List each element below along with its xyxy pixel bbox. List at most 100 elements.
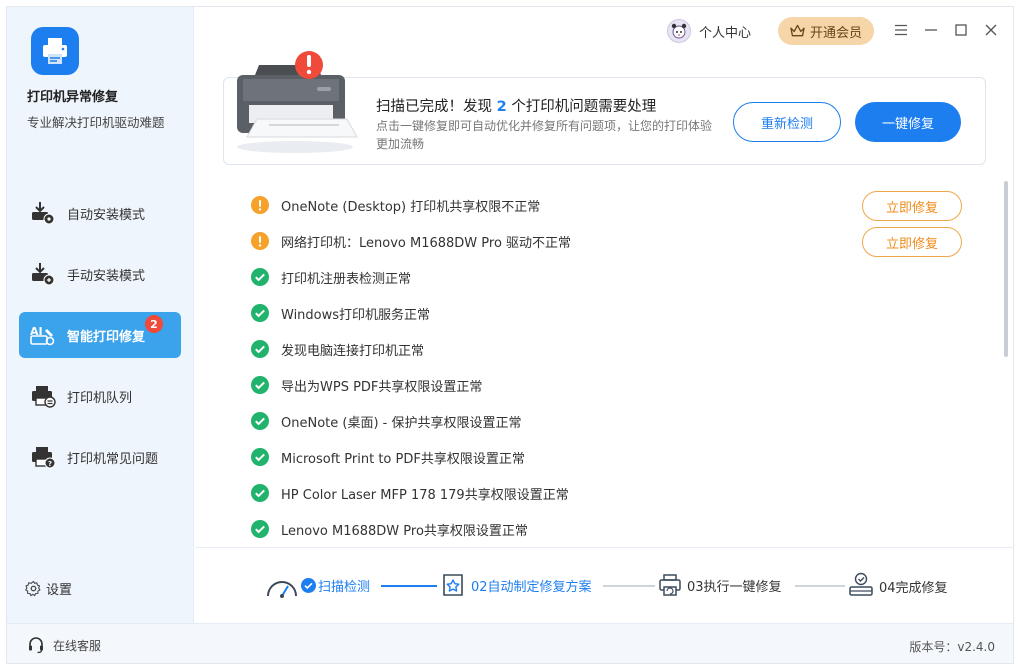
user-center-label: 个人中心 — [699, 25, 752, 41]
warning-icon — [251, 196, 269, 214]
rescan-button[interactable]: 重新检测 — [733, 102, 841, 142]
issue-text: 打印机注册表检测正常 — [281, 271, 412, 287]
menu-icon — [895, 24, 907, 36]
menu-button[interactable] — [891, 20, 911, 40]
support-label: 在线客服 — [53, 638, 102, 653]
step-label: 扫描检测 — [318, 579, 371, 595]
check-icon — [251, 484, 269, 502]
scan-title-suffix: 个打印机问题需要处理 — [511, 99, 657, 115]
scan-result-description: 点击一键修复即可自动优化并修复所有问题项，让您的打印体验更加流畅 — [376, 119, 713, 151]
fix-now-button[interactable]: 立即修复 — [862, 227, 962, 257]
online-support-button[interactable]: 在线客服 — [27, 636, 101, 654]
list-item: 发现电脑连接打印机正常 — [251, 331, 971, 367]
step-label: 04完成修复 — [879, 580, 948, 596]
app-title: 打印机异常修复 — [27, 90, 119, 105]
check-icon — [301, 577, 316, 593]
star-document-icon — [443, 574, 463, 596]
svg-text:?: ? — [48, 460, 52, 468]
step-connector — [795, 585, 845, 587]
close-icon — [985, 24, 997, 36]
issue-list: OneNote (Desktop) 打印机共享权限不正常 立即修复 网络打印机：… — [251, 187, 971, 547]
step-connector — [381, 585, 437, 587]
sidebar-item-smart-repair[interactable]: AI 智能打印修复 2 — [19, 312, 181, 358]
list-scrollbar[interactable] — [1004, 181, 1008, 357]
issue-text: 导出为WPS PDF共享权限设置正常 — [281, 379, 483, 395]
sidebar: 打印机异常修复 专业解决打印机驱动难题 自动安装模式 手动安装模式 AI 智能打… — [7, 7, 194, 623]
step-label: 02自动制定修复方案 — [471, 579, 592, 595]
app-subtitle: 专业解决打印机驱动难题 — [27, 115, 165, 130]
minimize-button[interactable] — [921, 20, 941, 40]
vip-label: 开通会员 — [809, 25, 862, 41]
complete-icon — [849, 572, 873, 596]
list-item: 导出为WPS PDF共享权限设置正常 — [251, 367, 971, 403]
check-icon — [251, 520, 269, 538]
issue-text: Microsoft Print to PDF共享权限设置正常 — [281, 451, 525, 467]
issue-text: OneNote (Desktop) 打印机共享权限不正常 — [281, 199, 541, 215]
step-complete: 04完成修复 — [847, 572, 948, 600]
printer-refresh-icon — [659, 574, 681, 596]
avatar — [667, 19, 691, 43]
check-icon — [251, 340, 269, 358]
maximize-icon — [955, 24, 967, 36]
issue-text: 发现电脑连接打印机正常 — [281, 343, 425, 359]
step-execute: 03执行一键修复 — [657, 572, 782, 598]
list-item: Microsoft Print to PDF共享权限设置正常 — [251, 439, 971, 475]
sidebar-item-manual-install[interactable]: 手动安装模式 — [19, 251, 181, 297]
issue-text: 网络打印机：Lenovo M1688DW Pro 驱动不正常 — [281, 235, 572, 251]
check-icon — [251, 376, 269, 394]
sidebar-item-auto-install[interactable]: 自动安装模式 — [19, 190, 181, 236]
sidebar-item-label: 智能打印修复 — [67, 329, 146, 345]
step-scan: 扫描检测 — [265, 572, 370, 598]
warning-icon — [251, 232, 269, 250]
sidebar-item-printer-faq[interactable]: ? 打印机常见问题 — [19, 434, 181, 480]
printer-faq-icon: ? — [28, 444, 58, 470]
list-item: Lenovo M1688DW Pro共享权限设置正常 — [251, 511, 971, 547]
notification-badge: 2 — [145, 315, 163, 333]
fix-now-button[interactable]: 立即修复 — [862, 191, 962, 221]
scan-title-prefix: 扫描已完成！发现 — [376, 99, 492, 115]
manual-install-icon — [28, 261, 58, 287]
gear-icon — [25, 580, 41, 597]
sidebar-item-label: 自动安装模式 — [67, 207, 146, 223]
repair-steps: 扫描检测 02自动制定修复方案 03执行一键修复 04完成修复 — [195, 548, 1013, 623]
list-item: HP Color Laser MFP 178 179共享权限设置正常 — [251, 475, 971, 511]
close-button[interactable] — [981, 20, 1001, 40]
app-window: 打印机异常修复 专业解决打印机驱动难题 自动安装模式 手动安装模式 AI 智能打… — [6, 6, 1014, 664]
app-logo-icon — [31, 27, 79, 75]
check-icon — [251, 268, 269, 286]
check-icon — [251, 412, 269, 430]
sidebar-nav: 自动安装模式 手动安装模式 AI 智能打印修复 2 打印机队列 ? 打印机常见问… — [19, 190, 181, 495]
maximize-button[interactable] — [951, 20, 971, 40]
smart-repair-icon: AI — [28, 322, 58, 348]
issue-text: Windows打印机服务正常 — [281, 307, 431, 323]
issue-count: 2 — [496, 99, 507, 115]
list-item: 网络打印机：Lenovo M1688DW Pro 驱动不正常 立即修复 — [251, 223, 971, 259]
version-label: 版本号：v2.4.0 — [909, 640, 995, 654]
list-item: OneNote (Desktop) 打印机共享权限不正常 立即修复 — [251, 187, 971, 223]
scan-result-title: 扫描已完成！发现 2 个打印机问题需要处理 — [376, 95, 656, 116]
user-center-button[interactable]: 个人中心 — [667, 19, 751, 43]
issue-text: OneNote (桌面) - 保护共享权限设置正常 — [281, 415, 522, 431]
sidebar-item-label: 打印机常见问题 — [67, 451, 159, 467]
crown-icon — [790, 24, 805, 37]
headset-icon — [29, 637, 43, 654]
gauge-icon — [267, 581, 297, 598]
check-icon — [251, 304, 269, 322]
issue-text: Lenovo M1688DW Pro共享权限设置正常 — [281, 523, 528, 539]
sidebar-item-label: 手动安装模式 — [67, 268, 146, 284]
status-bar: 在线客服 版本号：v2.4.0 — [7, 623, 1013, 663]
step-plan: 02自动制定修复方案 — [441, 572, 592, 598]
list-item: 打印机注册表检测正常 — [251, 259, 971, 295]
printer-queue-icon — [28, 383, 58, 409]
step-label: 03执行一键修复 — [687, 579, 782, 595]
vip-button[interactable]: 开通会员 — [778, 17, 874, 45]
list-item: Windows打印机服务正常 — [251, 295, 971, 331]
step-connector — [603, 585, 655, 587]
sidebar-item-printer-queue[interactable]: 打印机队列 — [19, 373, 181, 419]
minimize-icon — [925, 29, 937, 31]
auto-install-icon — [28, 200, 58, 226]
settings-button[interactable]: 设置 — [25, 579, 72, 598]
sidebar-item-label: 打印机队列 — [67, 390, 133, 406]
list-item: OneNote (桌面) - 保护共享权限设置正常 — [251, 403, 971, 439]
fix-all-button[interactable]: 一键修复 — [855, 102, 961, 142]
